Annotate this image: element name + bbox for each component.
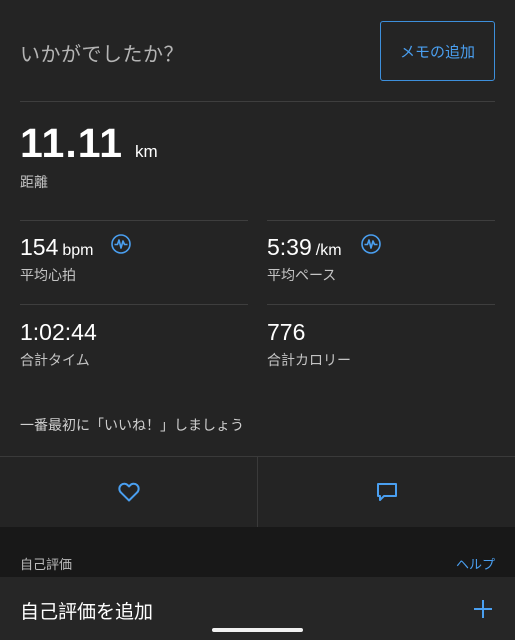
pulse-chart-icon[interactable] <box>361 234 381 254</box>
divider <box>20 304 248 305</box>
avg-heart-rate-number: 154 <box>20 234 59 260</box>
distance-label: 距離 <box>20 175 48 191</box>
divider <box>20 101 495 102</box>
feedback-prompt: いかがでしたか？ <box>20 42 184 66</box>
avg-heart-rate-unit: bpm <box>62 242 94 259</box>
divider <box>267 220 495 221</box>
like-button[interactable] <box>0 457 257 527</box>
plus-icon[interactable] <box>473 599 493 619</box>
distance-unit: km <box>135 142 158 161</box>
comment-icon <box>376 483 397 501</box>
home-indicator[interactable] <box>212 628 303 632</box>
avg-heart-rate-value: 154 bpm <box>20 234 94 261</box>
add-self-rating-label: 自己評価を追加 <box>20 601 154 623</box>
self-rating-header: 自己評価 <box>20 558 73 573</box>
total-time-value: 1:02:44 <box>20 319 97 345</box>
avg-pace-unit: /km <box>315 242 342 259</box>
total-time-label: 合計タイム <box>20 353 90 369</box>
pulse-chart-icon[interactable] <box>111 234 131 254</box>
like-prompt: 一番最初に「いいね！」しましょう <box>20 418 244 434</box>
social-action-bar <box>0 456 515 527</box>
total-calories-value: 776 <box>267 319 306 345</box>
comment-button[interactable] <box>258 457 515 527</box>
divider <box>20 220 248 221</box>
divider <box>267 304 495 305</box>
self-rating-section: 自己評価 ヘルプ 自己評価を追加 <box>0 527 515 640</box>
add-memo-button[interactable]: メモの追加 <box>380 21 495 81</box>
feedback-prompt-row: いかがでしたか？ メモの追加 <box>20 20 495 82</box>
avg-pace-label: 平均ペース <box>267 268 337 284</box>
total-calories-label: 合計カロリー <box>267 353 351 369</box>
heart-icon <box>117 482 140 502</box>
help-link[interactable]: ヘルプ <box>456 554 495 573</box>
avg-heart-rate-label: 平均心拍 <box>20 268 76 284</box>
avg-pace-value: 5:39/km <box>267 234 342 261</box>
distance-value: 11.11 <box>20 120 124 166</box>
avg-pace-number: 5:39 <box>267 234 312 260</box>
